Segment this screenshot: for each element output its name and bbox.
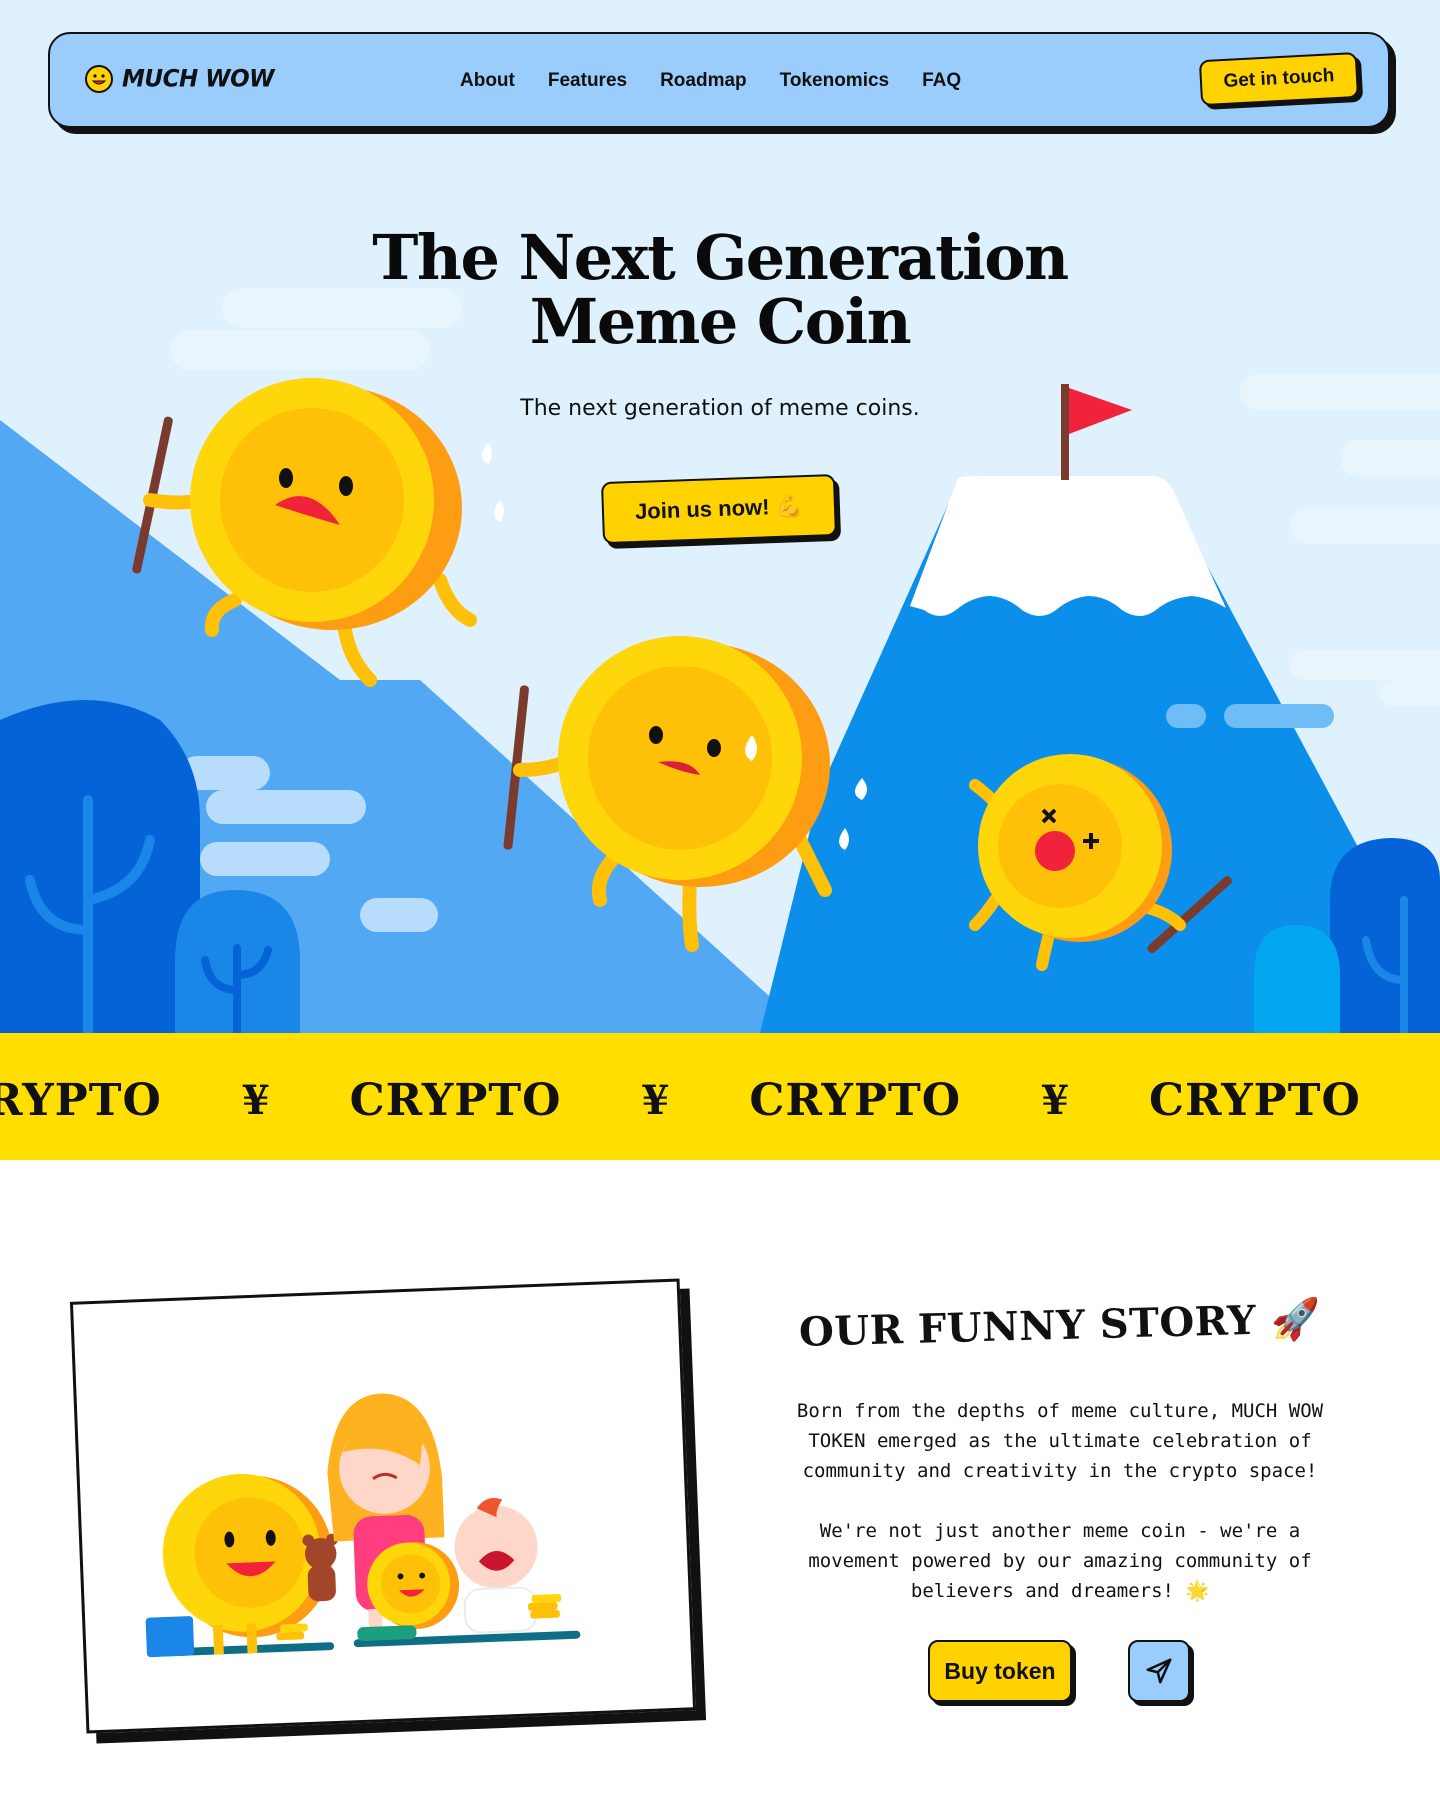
hero-title-line-1: The Next Generation — [372, 221, 1069, 294]
join-button-wrapper: Join us now! 💪 — [600, 473, 842, 549]
ticker-word: CRYPTO — [749, 1075, 962, 1126]
join-us-label: Join us now! — [634, 494, 770, 524]
brand-logo[interactable]: MUCH WOW — [84, 64, 275, 94]
telegram-button[interactable] — [1128, 1640, 1190, 1702]
yen-icon: ¥ — [641, 1077, 670, 1124]
ticker-word: CRYPTO — [0, 1075, 162, 1126]
nav-link-features[interactable]: Features — [548, 70, 627, 92]
hero-section: MUCH WOW About Features Roadmap Tokenomi… — [0, 0, 1440, 1033]
brand-name: MUCH WOW — [122, 65, 275, 93]
buy-token-button[interactable]: Buy token — [928, 1640, 1072, 1702]
hero-subtitle: The next generation of meme coins. — [520, 396, 920, 421]
story-paragraph-1: Born from the depths of meme culture, MU… — [796, 1400, 1324, 1482]
crypto-ticker: CRYPTO ¥ CRYPTO ¥ CRYPTO ¥ CRYPTO ¥ CRYP… — [0, 1033, 1440, 1160]
yen-icon: ¥ — [1041, 1077, 1069, 1124]
ticker-track: CRYPTO ¥ CRYPTO ¥ CRYPTO ¥ CRYPTO ¥ CRYP… — [0, 1075, 1440, 1126]
get-in-touch-button[interactable]: Get in touch — [1198, 51, 1360, 107]
navbar: MUCH WOW About Features Roadmap Tokenomi… — [48, 32, 1390, 128]
story-title-text: OUR FUNNY STORY — [798, 1296, 1257, 1356]
rocket-icon: 🚀 — [1270, 1296, 1322, 1344]
nav-link-about[interactable]: About — [460, 70, 515, 92]
nav-menu: About Features Roadmap Tokenomics FAQ — [460, 70, 961, 92]
hero-title: The Next Generation Meme Coin — [300, 226, 1140, 354]
get-in-touch-wrapper: Get in touch — [1198, 51, 1364, 110]
story-title: OUR FUNNY STORY 🚀 — [759, 1294, 1360, 1357]
ticker-word: CRYPTO — [1148, 1075, 1361, 1126]
nav-link-faq[interactable]: FAQ — [922, 70, 961, 92]
join-us-button[interactable]: Join us now! 💪 — [600, 473, 837, 545]
hero-title-line-2: Meme Coin — [529, 285, 912, 358]
buy-token-wrapper: Buy token — [928, 1640, 1076, 1706]
paper-plane-icon — [1146, 1658, 1172, 1684]
family-illustration — [145, 1393, 581, 1658]
nav-link-roadmap[interactable]: Roadmap — [660, 70, 747, 92]
send-wrapper — [1128, 1640, 1194, 1706]
ticker-word: CRYPTO — [349, 1075, 562, 1126]
yen-icon: ¥ — [241, 1077, 270, 1124]
nav-link-tokenomics[interactable]: Tokenomics — [780, 70, 889, 92]
story-illustration-card — [69, 1278, 697, 1734]
story-paragraph-2-text: We're not just another meme coin - we're… — [808, 1520, 1312, 1602]
story-paragraph-2: We're not just another meme coin - we're… — [770, 1516, 1350, 1606]
muscle-icon: 💪 — [774, 493, 804, 520]
sparkle-icon: 🌟 — [1185, 1580, 1210, 1602]
smiley-coin-icon — [85, 65, 113, 93]
